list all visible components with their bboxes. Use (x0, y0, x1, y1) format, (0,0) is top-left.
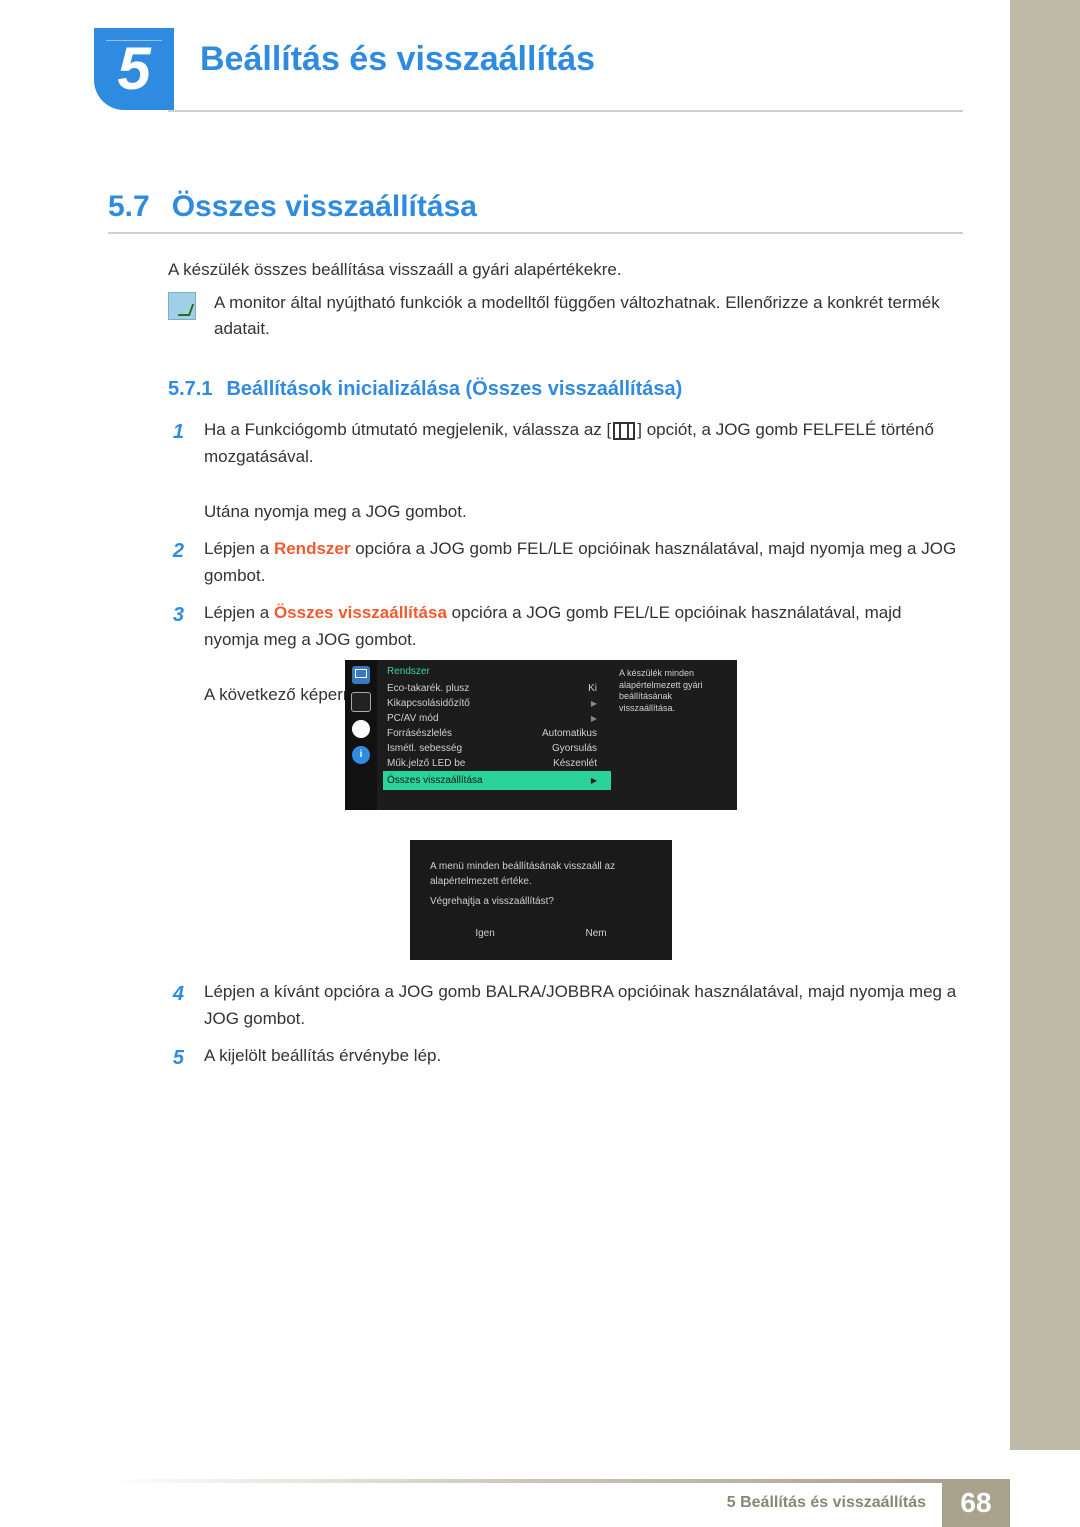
step-5: 5 A kijelölt beállítás érvénybe lép. (168, 1042, 958, 1074)
step-num: 3 (168, 599, 184, 708)
subsection-number: 5.7.1 (168, 378, 212, 400)
osd-title: Rendszer (387, 666, 611, 677)
info-icon (352, 746, 370, 764)
note: A monitor által nyújtható funkciók a mod… (168, 290, 958, 341)
divider (108, 232, 963, 234)
step-1: 1 Ha a Funkciógomb útmutató megjelenik, … (168, 416, 958, 525)
osd-menu: Rendszer Eco-takarék. pluszKi Kikapcsolá… (377, 660, 611, 810)
step-list-continued: 4 Lépjen a kívánt opcióra a JOG gomb BAL… (168, 978, 958, 1084)
intro-text: A készülék összes beállítása visszaáll a… (168, 260, 958, 280)
osd-icon-column (345, 660, 377, 810)
step-num: 2 (168, 535, 184, 589)
osd-row: Ismétl. sebességGyorsulás (387, 741, 611, 756)
step-text: A kijelölt beállítás érvénybe lép. (204, 1042, 958, 1074)
osd-row: Eco-takarék. pluszKi (387, 681, 611, 696)
divider (168, 110, 963, 112)
chapter-badge: 5 (94, 28, 174, 110)
dialog-message: A menü minden beállításának visszaáll az… (430, 860, 652, 910)
step-2: 2 Lépjen a Rendszer opcióra a JOG gomb F… (168, 535, 958, 589)
chapter-title: Beállítás és visszaállítás (200, 40, 595, 79)
menu-icon (613, 422, 635, 440)
step-num: 1 (168, 416, 184, 525)
note-text: A monitor által nyújtható funkciók a mod… (214, 290, 958, 341)
step-num: 5 (168, 1042, 184, 1074)
section-heading: 5.7 Összes visszaállítása (108, 190, 477, 224)
osd-description: A készülék minden alapértelmezett gyári … (611, 660, 737, 810)
subsection-heading: 5.7.1 Beállítások inicializálása (Összes … (168, 378, 682, 401)
step-num: 4 (168, 978, 184, 1032)
step-text: Ha a Funkciógomb útmutató megjelenik, vá… (204, 416, 958, 525)
note-icon (168, 292, 196, 320)
margin-bar (1010, 0, 1080, 1450)
osd-row: Műk.jelző LED beKészenlét (387, 756, 611, 771)
page: 5 Beállítás és visszaállítás 5.7 Összes v… (0, 0, 1080, 1527)
subsection-title: Beállítások inicializálása (Összes vissz… (226, 378, 682, 400)
section-title: Összes visszaállítása (172, 190, 477, 223)
gear-icon (352, 720, 370, 738)
step-text: Lépjen a kívánt opcióra a JOG gomb BALRA… (204, 978, 958, 1032)
footer-crumb: 5 Beállítás és visszaállítás (727, 1479, 942, 1527)
picture-icon (352, 666, 370, 684)
osd-row-selected: Összes visszaállítása▶ (383, 771, 611, 790)
page-number: 68 (942, 1479, 1010, 1527)
osd-row: ForrásészlelésAutomatikus (387, 726, 611, 741)
section-number: 5.7 (108, 190, 150, 223)
osd-row: Kikapcsolásidőzítő▶ (387, 696, 611, 711)
layout-icon (351, 692, 371, 712)
osd-system-menu: Rendszer Eco-takarék. pluszKi Kikapcsolá… (345, 660, 737, 810)
dialog-yes: Igen (475, 928, 494, 939)
dialog-no: Nem (586, 928, 607, 939)
osd-row: PC/AV mód▶ (387, 711, 611, 726)
step-4: 4 Lépjen a kívánt opcióra a JOG gomb BAL… (168, 978, 958, 1032)
step-text: Lépjen a Rendszer opcióra a JOG gomb FEL… (204, 535, 958, 589)
osd-confirm-dialog: A menü minden beállításának visszaáll az… (410, 840, 672, 960)
page-footer: 5 Beállítás és visszaállítás 68 (0, 1479, 1080, 1527)
